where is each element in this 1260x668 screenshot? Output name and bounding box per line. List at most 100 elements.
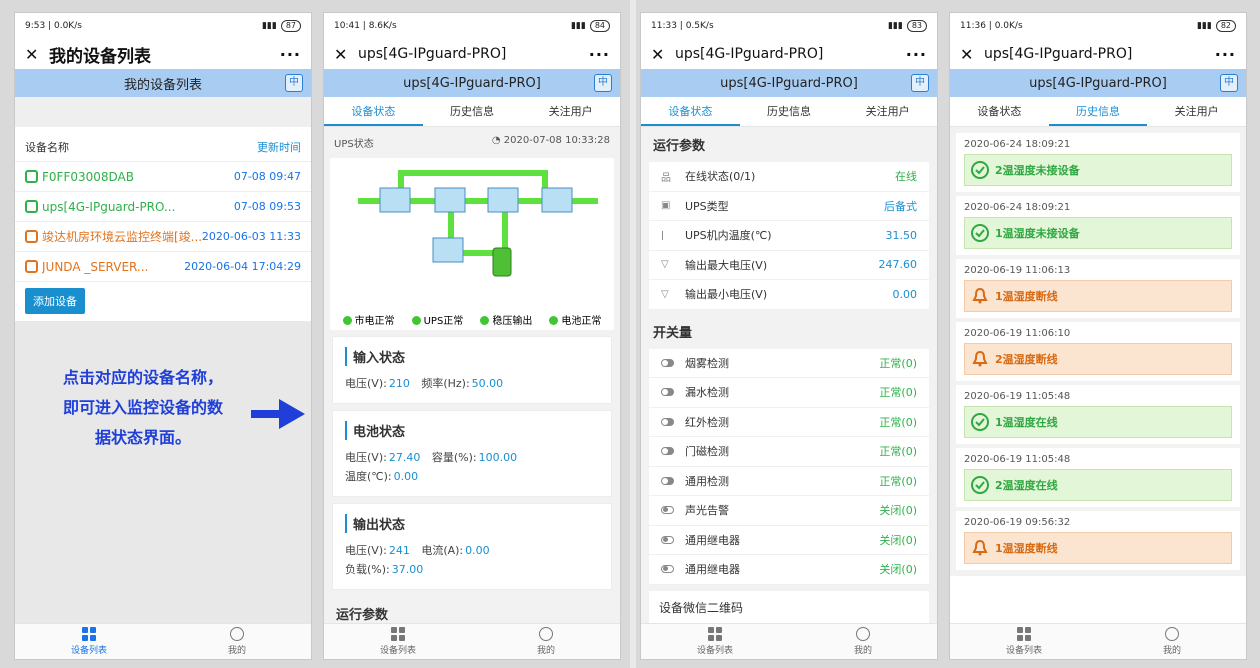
device-name[interactable]: JUNDA _SERVER...: [42, 260, 184, 274]
history-item: 2020-06-19 11:05:48 1温湿度在线: [956, 385, 1240, 444]
switch-value: 正常(0): [879, 415, 917, 429]
history-item: 2020-06-19 11:06:13 1温湿度断线: [956, 259, 1240, 318]
page-title: ups[4G-IPguard-PRO]: [358, 46, 507, 62]
output-status-title: 输出状态: [345, 514, 599, 533]
add-device-button[interactable]: 添加设备: [25, 288, 85, 314]
toggle-on-icon: [661, 358, 674, 367]
tab-device-status[interactable]: 设备状态: [324, 97, 423, 126]
history-time: 2020-06-19 11:06:10: [964, 328, 1071, 339]
tab-followers[interactable]: 关注用户: [1147, 97, 1246, 126]
device-icon: [25, 230, 38, 243]
input-voltage-value: 210: [388, 377, 410, 390]
tab-device-status[interactable]: 设备状态: [950, 97, 1049, 126]
more-icon[interactable]: ···: [589, 45, 610, 64]
screenshot-divider: [630, 0, 636, 668]
nav-me[interactable]: 我的: [1098, 624, 1246, 659]
nav-device-list[interactable]: 设备列表: [641, 624, 789, 659]
update-time-column-header[interactable]: 更新时间: [257, 139, 301, 155]
ups-icon: ▣: [661, 200, 671, 212]
device-name[interactable]: ups[4G-IPguard-PRO...: [42, 200, 234, 214]
ups-flow-diagram: [330, 158, 614, 308]
input-status-title: 输入状态: [345, 347, 599, 366]
device-name[interactable]: 竣达机房环境云监控终端[竣...: [42, 228, 202, 245]
output-load-line: 负载(%): 37.00: [345, 560, 599, 579]
battery-temp-label: 温度(℃):: [345, 470, 392, 483]
history-message-text: 2温湿度在线: [995, 479, 1058, 492]
check-circle-icon: [971, 413, 989, 431]
page-title: 我的设备列表: [49, 46, 151, 67]
close-icon[interactable]: ✕: [960, 45, 984, 64]
nav-device-list[interactable]: 设备列表: [15, 624, 163, 659]
history-message: 2温湿度未接设备: [964, 154, 1232, 186]
legend-label: 稳压输出: [492, 315, 533, 327]
ups-topology-graphic: [358, 170, 598, 277]
input-voltage-label: 电压(V):: [345, 377, 387, 390]
switch-label: 烟雾检测: [685, 356, 729, 370]
instruction-line: 即可进入监控设备的数: [62, 398, 223, 417]
switch-label: 红外检测: [685, 415, 729, 429]
output-current-value: 0.00: [465, 544, 490, 557]
language-button[interactable]: 中: [911, 74, 929, 92]
history-message: 1温湿度断线: [964, 532, 1232, 564]
nav-device-list[interactable]: 设备列表: [950, 624, 1098, 659]
inverter-block: [487, 187, 519, 213]
nav-label: 设备列表: [379, 646, 416, 656]
switch-label: 通用继电器: [685, 533, 740, 547]
nav-me[interactable]: 我的: [163, 624, 311, 659]
nav-me[interactable]: 我的: [789, 624, 937, 659]
device-row[interactable]: JUNDA _SERVER... 2020-06-04 17:04:29: [15, 252, 311, 282]
battery-capacity-label: 容量(%):: [431, 451, 477, 464]
tab-followers[interactable]: 关注用户: [838, 97, 937, 126]
tab-history[interactable]: 历史信息: [1048, 97, 1148, 126]
more-icon[interactable]: ···: [906, 45, 927, 64]
device-name[interactable]: F0FF03008DAB: [42, 170, 234, 184]
output-block: [541, 187, 573, 213]
switch-row: 通用继电器 关闭(0): [649, 555, 929, 585]
tab-followers[interactable]: 关注用户: [521, 97, 620, 126]
grid-icon: [1017, 627, 1031, 641]
history-item: 2020-06-19 11:05:48 2温湿度在线: [956, 448, 1240, 507]
param-row: 品 在线状态(0/1) 在线: [649, 162, 929, 192]
history-message: 1温湿度未接设备: [964, 217, 1232, 249]
more-icon[interactable]: ···: [280, 45, 301, 64]
history-message: 1温湿度断线: [964, 280, 1232, 312]
tab-history[interactable]: 历史信息: [740, 97, 839, 126]
title-bar: ✕ ups[4G-IPguard-PRO] ···: [324, 39, 620, 69]
bottom-nav: 设备列表 我的: [324, 623, 620, 659]
tab-device-status[interactable]: 设备状态: [641, 97, 740, 126]
history-message-text: 2温湿度未接设备: [995, 164, 1080, 177]
check-circle-icon: [971, 476, 989, 494]
toggle-on-icon: [661, 447, 674, 456]
battery-icon: 87: [280, 20, 301, 32]
param-row: ǀ UPS机内温度(℃) 31.50: [649, 221, 929, 251]
nav-device-list[interactable]: 设备列表: [324, 624, 472, 659]
switch-row: 门磁检测 正常(0): [649, 437, 929, 467]
device-row[interactable]: 竣达机房环境云监控终端[竣... 2020-06-03 11:33: [15, 222, 311, 252]
language-button[interactable]: 中: [285, 74, 303, 92]
wechat-qr-row[interactable]: 设备微信二维码: [649, 590, 929, 624]
param-value: 247.60: [878, 258, 918, 272]
close-icon[interactable]: ✕: [334, 45, 358, 64]
device-row[interactable]: F0FF03008DAB 07-08 09:47: [15, 162, 311, 192]
device-row[interactable]: ups[4G-IPguard-PRO... 07-08 09:53: [15, 192, 311, 222]
nav-label: 我的: [853, 646, 872, 656]
nav-label: 我的: [1162, 646, 1181, 656]
close-icon[interactable]: ✕: [25, 45, 49, 64]
device-time: 07-08 09:53: [233, 200, 301, 213]
battery-icon: 84: [589, 20, 610, 32]
language-button[interactable]: 中: [594, 74, 612, 92]
param-value: 31.50: [885, 228, 918, 242]
more-icon[interactable]: ···: [1215, 45, 1236, 64]
switch-value: 关闭(0): [879, 504, 917, 518]
nav-me[interactable]: 我的: [472, 624, 620, 659]
signal-icon: ▮▮▮: [1196, 21, 1212, 31]
grid-icon: [708, 627, 722, 641]
instruction-area: 点击对应的设备名称， 即可进入监控设备的数 据状态界面。: [15, 321, 311, 623]
output-load-label: 负载(%):: [345, 563, 390, 576]
status-dot-icon: [411, 315, 421, 325]
battery-values: 电压(V): 27.40 容量(%): 100.00: [345, 448, 599, 467]
title-bar: ✕ ups[4G-IPguard-PRO] ···: [950, 39, 1246, 69]
tab-history[interactable]: 历史信息: [423, 97, 522, 126]
close-icon[interactable]: ✕: [651, 45, 675, 64]
language-button[interactable]: 中: [1220, 74, 1238, 92]
